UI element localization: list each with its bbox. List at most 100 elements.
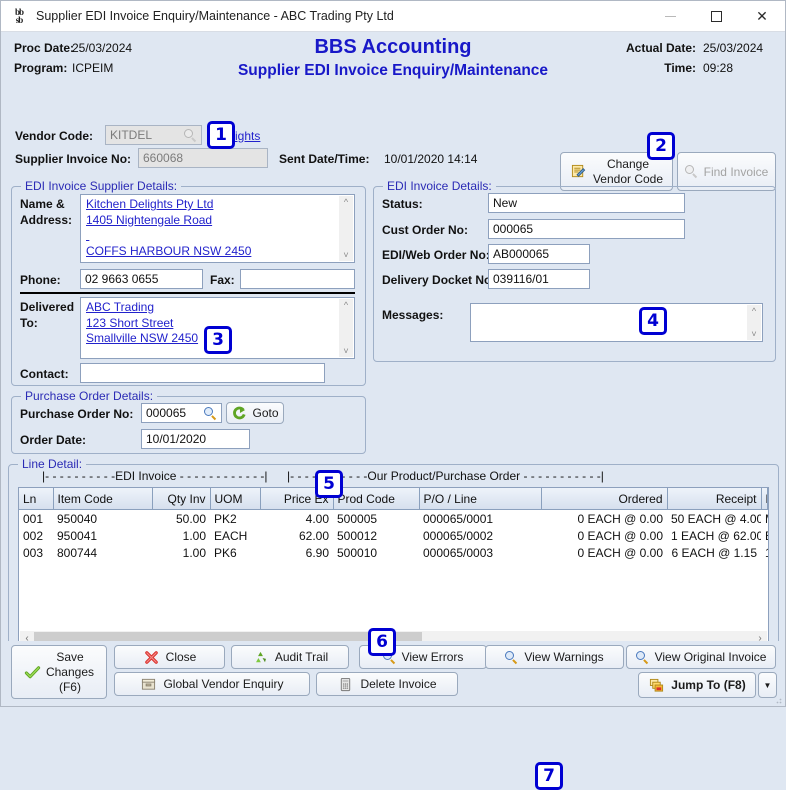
messages-memo[interactable]: ^ ˅ [470, 303, 763, 342]
cell-ln: 001 [23, 511, 44, 526]
change-vendor-code-line2: Vendor Code [592, 171, 664, 186]
cell-receipt: 1 EACH @ 62.00 [671, 528, 761, 543]
supplier-address-lines: Kitchen Delights Pty Ltd 1405 Nightengal… [81, 195, 354, 261]
window-title: Supplier EDI Invoice Enquiry/Maintenance… [36, 9, 394, 23]
annotation-badge-4: 4 [639, 307, 667, 335]
cust-order-label: Cust Order No: [382, 223, 469, 237]
order-date-input[interactable]: 10/01/2020 [141, 429, 250, 449]
jump-to-button[interactable]: Jump To (F8) [638, 672, 756, 698]
cell-prod-code: 500005 [337, 511, 378, 526]
po-no-input[interactable]: 000065 [141, 403, 222, 423]
address-line-1: Kitchen Delights Pty Ltd [86, 197, 214, 211]
global-vendor-enquiry-button[interactable]: Global Vendor Enquiry [114, 672, 310, 696]
view-original-invoice-button[interactable]: View Original Invoice [626, 645, 776, 669]
vendor-code-input[interactable]: KITDEL [105, 125, 202, 145]
address-line-2: 1405 Nightengale Road [86, 212, 213, 227]
invoice-details-group-title: EDI Invoice Details: [383, 179, 496, 193]
scroll-up-icon[interactable]: ^ [344, 196, 348, 208]
scroll-up-icon[interactable]: ^ [752, 305, 756, 317]
archive-box-icon [142, 678, 156, 690]
goto-button[interactable]: Goto [226, 402, 284, 424]
cell-prod-code: 500012 [337, 528, 378, 543]
time-row: Time: 09:28 [626, 58, 771, 78]
view-original-invoice-search-icon [635, 650, 649, 664]
scroll-down-icon[interactable]: ˅ [343, 249, 348, 261]
jump-to-windows-icon [650, 678, 664, 692]
cell-item-code: 950041 [57, 528, 98, 543]
status-input[interactable]: New [488, 193, 685, 213]
scroll-down-icon[interactable]: ˅ [751, 328, 756, 340]
close-button[interactable]: Close [114, 645, 225, 669]
application-window: bb sb Supplier EDI Invoice Enquiry/Mainte… [0, 0, 786, 790]
cell-ordered: 0 EACH @ 0.00 [577, 528, 663, 543]
cell-product-desc: 16CM HEX [761, 544, 768, 561]
messages-value [471, 304, 762, 308]
col-receipt[interactable]: Receipt [667, 488, 762, 510]
col-qty-inv[interactable]: Qty Inv [152, 488, 211, 510]
header-band: Proc Date:25/03/2024 Program: ICPEIM BBS … [1, 32, 785, 90]
table-row[interactable]: 001 950040 50.00 PK2 4.00 500005 000065/… [19, 510, 768, 528]
maximize-icon[interactable] [693, 1, 739, 31]
minimize-icon[interactable] [647, 1, 693, 31]
audit-trail-button[interactable]: Audit Trail [231, 645, 349, 669]
view-errors-label: View Errors [401, 650, 464, 664]
col-prod-code[interactable]: Prod Code [333, 488, 420, 510]
line-detail-grid[interactable]: Ln Item Code Qty Inv UOM Price Ex Prod C… [18, 487, 769, 648]
delivered-line-1: ABC Trading [86, 300, 155, 314]
table-row[interactable]: 002 950041 1.00 EACH 62.00 500012 000065… [19, 527, 768, 544]
section-divider [20, 292, 355, 294]
scroll-down-icon[interactable]: ˅ [343, 345, 348, 357]
col-ln[interactable]: Ln [19, 488, 54, 510]
col-po-line[interactable]: P/O / Line [419, 488, 542, 510]
vendor-code-search-icon[interactable] [184, 128, 197, 142]
cell-po-line: 000065/0003 [423, 545, 494, 560]
cell-po-line: 000065/0001 [423, 511, 494, 526]
fax-input[interactable] [240, 269, 355, 289]
delivered-to-scrollbar[interactable]: ^ ˅ [339, 299, 353, 357]
recycle-icon [255, 651, 266, 662]
contact-input[interactable] [80, 363, 325, 383]
messages-scrollbar[interactable]: ^ ˅ [747, 305, 761, 340]
header-right-info: Actual Date: 25/03/2024 Time: 09:28 [626, 38, 771, 78]
cell-product-desc: MIXING BO [761, 510, 768, 528]
col-product-desc[interactable]: Product De [761, 488, 768, 510]
sent-datetime-label: Sent Date/Time: [279, 152, 370, 166]
cust-order-input[interactable]: 000065 [488, 219, 685, 239]
close-icon[interactable]: ✕ [739, 1, 785, 31]
resize-grip-icon[interactable] [772, 694, 782, 704]
shredder-icon [341, 677, 351, 691]
cell-prod-code: 500010 [337, 545, 378, 560]
view-warnings-button[interactable]: View Warnings [485, 645, 624, 669]
save-line-3: (F6) [58, 679, 81, 694]
annotation-badge-3: 3 [204, 326, 232, 354]
po-no-value: 000065 [146, 406, 187, 420]
col-item-code[interactable]: Item Code [53, 488, 153, 510]
po-search-icon[interactable] [204, 406, 217, 420]
cell-item-code: 950040 [57, 511, 98, 526]
delete-invoice-button[interactable]: Delete Invoice [316, 672, 458, 696]
cell-ln: 002 [23, 528, 44, 543]
title-bar: bb sb Supplier EDI Invoice Enquiry/Mainte… [1, 1, 785, 32]
phone-input[interactable]: 02 9663 0655 [80, 269, 203, 289]
actual-date-value: 25/03/2024 [703, 41, 764, 55]
col-uom[interactable]: UOM [210, 488, 261, 510]
annotation-badge-6: 6 [368, 628, 396, 656]
name-address-label-1: Name & [20, 197, 65, 211]
edi-web-order-input[interactable]: AB000065 [488, 244, 590, 264]
delivered-to-label-1: Delivered [20, 300, 75, 314]
col-ordered[interactable]: Ordered [541, 488, 668, 510]
save-changes-button[interactable]: Save Changes (F6) [11, 645, 107, 699]
cell-item-code: 800744 [57, 545, 98, 560]
actual-date-label: Actual Date: [625, 41, 696, 55]
table-row[interactable]: 003 800744 1.00 PK6 6.90 500010 000065/0… [19, 544, 768, 561]
line-detail-table: Ln Item Code Qty Inv UOM Price Ex Prod C… [19, 488, 768, 561]
scroll-up-icon[interactable]: ^ [344, 299, 348, 311]
cell-receipt: 50 EACH @ 4.00 [671, 511, 761, 526]
grid-body: 001 950040 50.00 PK2 4.00 500005 000065/… [19, 510, 768, 562]
delivery-docket-input[interactable]: 039116/01 [488, 269, 590, 289]
address-line-3 [86, 228, 349, 244]
supplier-invoice-input[interactable]: 660068 [138, 148, 268, 168]
supplier-address-scrollbar[interactable]: ^ ˅ [339, 196, 353, 261]
supplier-address-memo[interactable]: Kitchen Delights Pty Ltd 1405 Nightengal… [80, 194, 355, 263]
delete-invoice-label: Delete Invoice [360, 677, 437, 691]
